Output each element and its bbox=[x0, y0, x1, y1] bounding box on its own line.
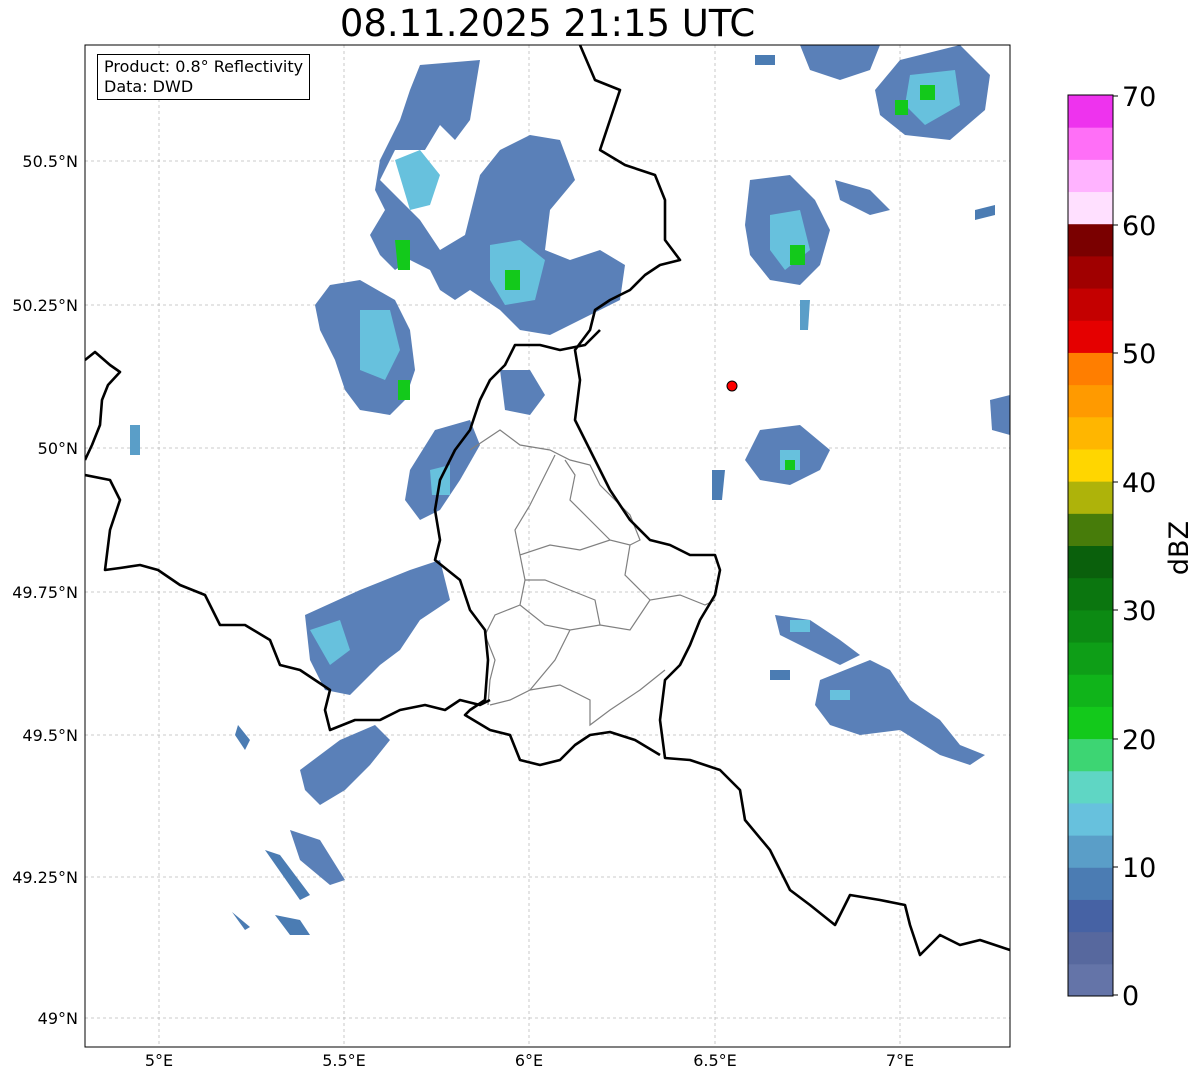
radar-site-marker bbox=[726, 380, 738, 392]
colorbar-segment bbox=[1068, 191, 1113, 225]
product-label: Product: 0.8° Reflectivity bbox=[104, 57, 304, 76]
colorbar-tick-label: 60 bbox=[1122, 211, 1156, 242]
product-info-box: Product: 0.8° Reflectivity Data: DWD bbox=[97, 54, 311, 100]
lon-tick: 5°E bbox=[145, 1051, 173, 1070]
colorbar-segment bbox=[1068, 127, 1113, 160]
colorbar-segment bbox=[1068, 609, 1113, 643]
colorbar-segment bbox=[1068, 674, 1113, 707]
colorbar-segment bbox=[1068, 706, 1113, 740]
colorbar bbox=[1068, 95, 1113, 997]
colorbar-segment bbox=[1068, 867, 1113, 900]
lat-tick-labels: 50.5°N 50.25°N 50°N 49.75°N 49.5°N 49.25… bbox=[12, 152, 78, 1028]
colorbar-segment bbox=[1068, 223, 1113, 257]
colorbar-segment bbox=[1068, 352, 1113, 386]
colorbar-ticks bbox=[1113, 95, 1118, 996]
colorbar-segment bbox=[1068, 577, 1113, 611]
radar-map: 5°E 5.5°E 6°E 6.5°E 7°E 50.5°N 50.25°N 5… bbox=[12, 44, 1195, 1070]
lon-tick-labels: 5°E 5.5°E 6°E 6.5°E 7°E bbox=[145, 1051, 914, 1070]
data-source-label: Data: DWD bbox=[104, 77, 194, 96]
colorbar-tick-label: 40 bbox=[1122, 468, 1156, 499]
colorbar-tick-labels: 70 60 50 40 30 20 10 0 bbox=[1122, 82, 1156, 1012]
colorbar-segment bbox=[1068, 416, 1113, 450]
colorbar-segment bbox=[1068, 384, 1113, 418]
lat-tick: 49.25°N bbox=[12, 868, 78, 887]
lon-tick: 6°E bbox=[515, 1051, 543, 1070]
lat-tick: 50°N bbox=[38, 439, 78, 458]
lat-tick: 49.75°N bbox=[12, 583, 78, 602]
colorbar-segment bbox=[1068, 963, 1113, 997]
lon-tick: 6.5°E bbox=[693, 1051, 737, 1070]
colorbar-segment bbox=[1068, 835, 1113, 868]
colorbar-tick-label: 0 bbox=[1122, 981, 1139, 1012]
colorbar-segment bbox=[1068, 448, 1113, 482]
colorbar-segment bbox=[1068, 513, 1113, 546]
colorbar-segment bbox=[1068, 770, 1113, 804]
colorbar-segment bbox=[1068, 642, 1113, 675]
colorbar-tick-label: 70 bbox=[1122, 82, 1156, 113]
colorbar-segment bbox=[1068, 159, 1113, 193]
colorbar-segment bbox=[1068, 320, 1113, 353]
colorbar-segment bbox=[1068, 931, 1113, 965]
lat-tick: 50.25°N bbox=[12, 296, 78, 315]
colorbar-segment bbox=[1068, 255, 1113, 289]
lat-tick: 49.5°N bbox=[22, 726, 78, 745]
colorbar-segment bbox=[1068, 899, 1113, 933]
lon-tick: 5.5°E bbox=[322, 1051, 366, 1070]
colorbar-tick-label: 30 bbox=[1122, 596, 1156, 627]
colorbar-segment bbox=[1068, 481, 1113, 514]
colorbar-tick-label: 10 bbox=[1122, 853, 1156, 884]
lat-tick: 50.5°N bbox=[22, 152, 78, 171]
colorbar-unit-label: dBZ bbox=[1164, 521, 1195, 575]
colorbar-segment bbox=[1068, 288, 1113, 321]
colorbar-segment bbox=[1068, 738, 1113, 772]
colorbar-segment bbox=[1068, 802, 1113, 836]
lon-tick: 7°E bbox=[886, 1051, 914, 1070]
colorbar-segment bbox=[1068, 545, 1113, 579]
lat-tick: 49°N bbox=[38, 1009, 78, 1028]
colorbar-segment bbox=[1068, 95, 1113, 128]
colorbar-tick-label: 50 bbox=[1122, 339, 1156, 370]
colorbar-tick-label: 20 bbox=[1122, 725, 1156, 756]
